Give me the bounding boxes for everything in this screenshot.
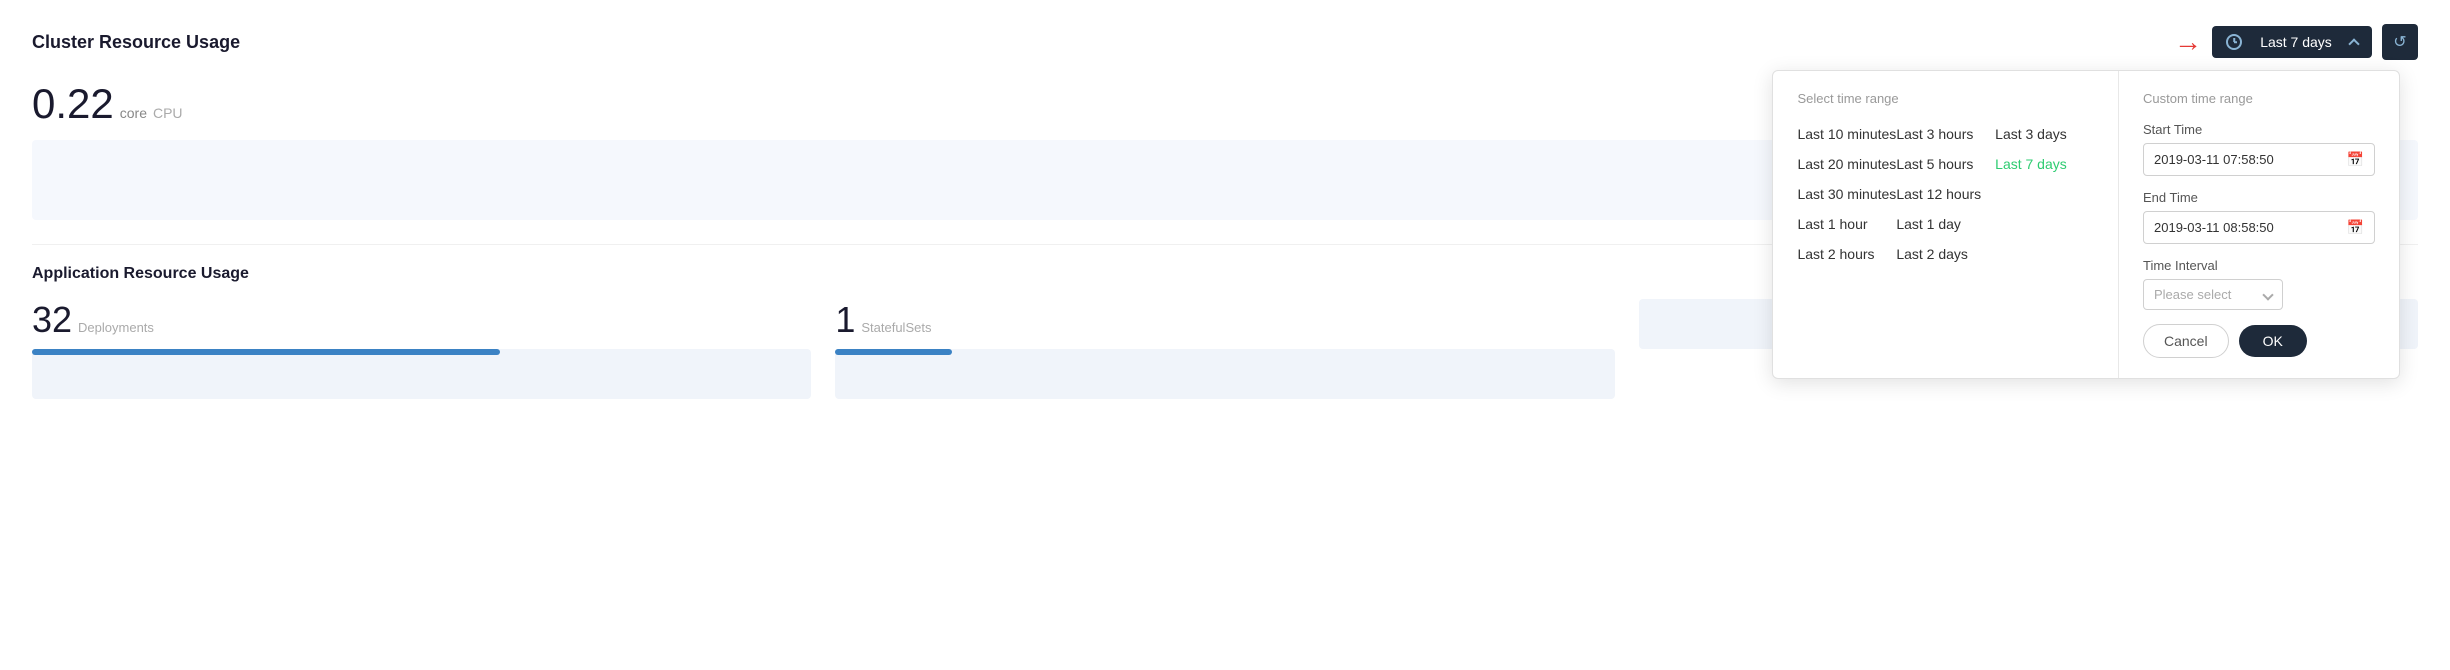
start-time-label: Start Time (2143, 122, 2375, 137)
deployments-chart (32, 349, 811, 399)
chevron-up-icon (2348, 38, 2359, 49)
cluster-section-header: Cluster Resource Usage → Last 7 days ↺ (32, 24, 2418, 60)
interval-placeholder: Please select (2154, 287, 2231, 302)
action-buttons: Cancel OK (2143, 324, 2375, 358)
dropdown-overlay: Select time range Last 10 minutes Last 3… (1772, 70, 2400, 379)
end-time-label: End Time (2143, 190, 2375, 205)
time-option-last-2-hours[interactable]: Last 2 hours (1797, 240, 1896, 268)
cpu-number: 0.22 (32, 80, 114, 128)
custom-time-title: Custom time range (2143, 91, 2375, 106)
refresh-button[interactable]: ↺ (2382, 24, 2418, 60)
cluster-section-title: Cluster Resource Usage (32, 32, 240, 53)
custom-time-panel: Custom time range Start Time 📅 End Time … (2119, 71, 2399, 378)
select-time-range-title: Select time range (1797, 91, 2094, 106)
start-calendar-icon[interactable]: 📅 (2347, 151, 2364, 168)
red-arrow-indicator: → (2174, 26, 2202, 58)
time-options-grid: Last 10 minutes Last 3 hours Last 3 days… (1797, 120, 2094, 268)
interval-label: Time Interval (2143, 258, 2375, 273)
time-option-last-3-hours[interactable]: Last 3 hours (1896, 120, 1995, 148)
deployments-card: 32 Deployments (32, 299, 811, 399)
time-option-last-3-days[interactable]: Last 3 days (1995, 120, 2094, 148)
time-option-last-1-hour[interactable]: Last 1 hour (1797, 210, 1896, 238)
statefulsets-card: 1 StatefulSets (835, 299, 1614, 399)
start-time-input[interactable] (2154, 152, 2347, 167)
header-controls: → Last 7 days ↺ (2174, 24, 2418, 60)
interval-row: Please select (2143, 279, 2375, 310)
time-option-last-10-min[interactable]: Last 10 minutes (1797, 120, 1896, 148)
time-option-last-2-days[interactable]: Last 2 days (1896, 240, 1995, 268)
refresh-icon: ↺ (2393, 32, 2406, 52)
end-time-input[interactable] (2154, 220, 2347, 235)
clock-icon (2226, 34, 2242, 50)
deployments-label: Deployments (78, 320, 154, 335)
end-time-group: End Time 📅 (2143, 190, 2375, 244)
time-option-empty-1 (1995, 180, 2094, 208)
statefulsets-number: 1 (835, 299, 855, 341)
start-time-group: Start Time 📅 (2143, 122, 2375, 176)
time-option-empty-2 (1995, 210, 2094, 238)
end-calendar-icon[interactable]: 📅 (2347, 219, 2364, 236)
main-container: Cluster Resource Usage → Last 7 days ↺ 0… (0, 0, 2450, 670)
time-option-last-1-day[interactable]: Last 1 day (1896, 210, 1995, 238)
chevron-down-icon (2262, 289, 2273, 300)
time-option-last-5-hours[interactable]: Last 5 hours (1896, 150, 1995, 178)
deployments-value: 32 Deployments (32, 299, 811, 341)
interval-group: Time Interval Please select (2143, 258, 2375, 310)
statefulsets-label: StatefulSets (861, 320, 931, 335)
time-option-last-20-min[interactable]: Last 20 minutes (1797, 150, 1896, 178)
cancel-button[interactable]: Cancel (2143, 324, 2229, 358)
deployments-number: 32 (32, 299, 72, 341)
ok-button[interactable]: OK (2239, 325, 2307, 357)
cpu-label: CPU (153, 105, 183, 121)
time-option-empty-3 (1995, 240, 2094, 268)
time-option-last-7-days[interactable]: Last 7 days (1995, 150, 2094, 178)
start-time-input-wrapper[interactable]: 📅 (2143, 143, 2375, 176)
time-option-last-30-min[interactable]: Last 30 minutes (1797, 180, 1896, 208)
time-range-button[interactable]: Last 7 days (2212, 26, 2372, 58)
time-range-label: Last 7 days (2260, 34, 2332, 50)
end-time-input-wrapper[interactable]: 📅 (2143, 211, 2375, 244)
statefulsets-chart (835, 349, 1614, 399)
time-range-panel: Select time range Last 10 minutes Last 3… (1773, 71, 2119, 378)
interval-select[interactable]: Please select (2143, 279, 2283, 310)
statefulsets-value: 1 StatefulSets (835, 299, 1614, 341)
cpu-unit: core (120, 105, 147, 121)
time-option-last-12-hours[interactable]: Last 12 hours (1896, 180, 1995, 208)
